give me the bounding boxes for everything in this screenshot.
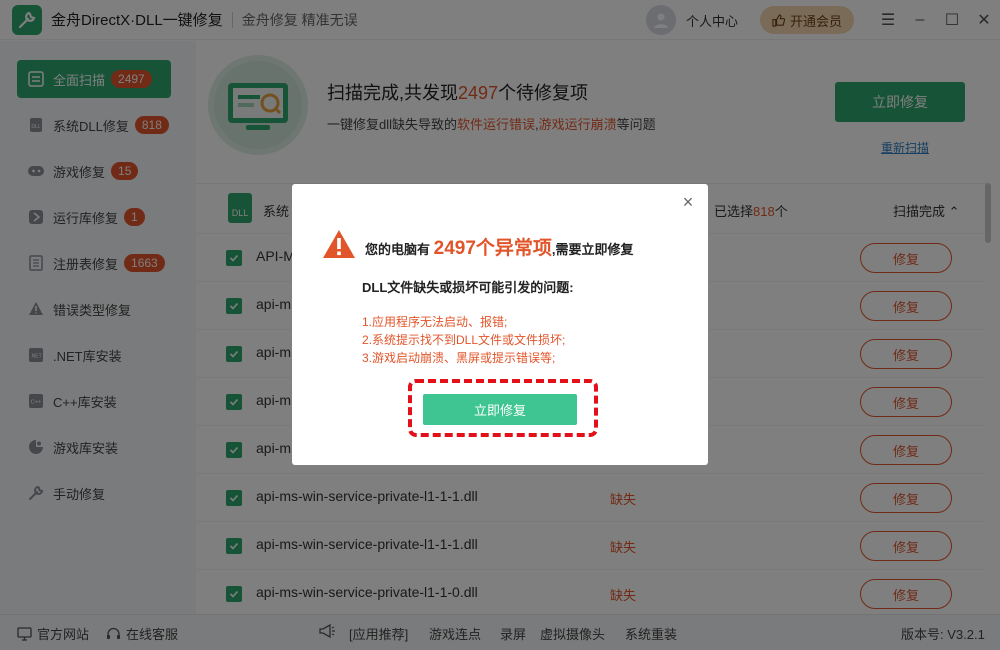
repair-alert-dialog: × 您的电脑有 2497个异常项,需要立即修复 DLL文件缺失或损坏可能引发的问… [292,184,708,465]
dialog-fix-now-button[interactable]: 立即修复 [423,394,577,425]
dialog-issue-item: 3.游戏启动崩溃、黑屏或提示错误等; [362,351,556,365]
dialog-subtitle: DLL文件缺失或损坏可能引发的问题: [362,280,574,295]
close-icon[interactable]: × [680,193,696,211]
dialog-issue-count: 2497个异常项 [433,238,552,259]
dialog-title-suffix: ,需要立即修复 [551,242,634,257]
dialog-title: 您的电脑有 2497个异常项,需要立即修复 [365,233,634,260]
dialog-title-prefix: 您的电脑有 [365,242,431,257]
warning-icon [322,229,356,262]
dialog-issue-item: 1.应用程序无法启动、报错; [362,315,508,329]
dialog-issue-item: 2.系统提示找不到DLL文件或文件损坏; [362,333,566,347]
